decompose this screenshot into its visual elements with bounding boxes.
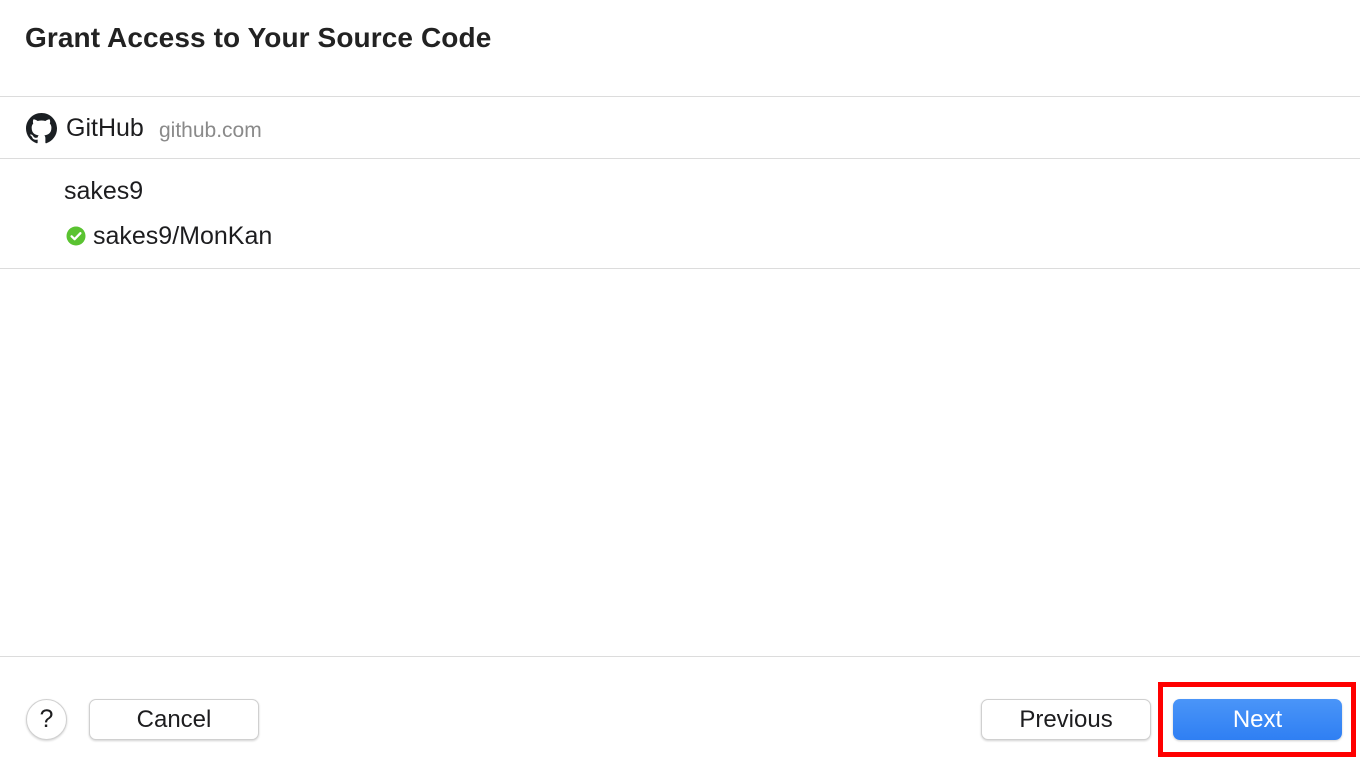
help-button[interactable]: ? xyxy=(26,699,67,740)
provider-header: GitHub github.com xyxy=(0,97,1360,158)
github-icon xyxy=(26,113,57,144)
provider-host: github.com xyxy=(159,119,262,142)
divider xyxy=(0,158,1360,159)
cancel-button[interactable]: Cancel xyxy=(89,699,259,740)
previous-button[interactable]: Previous xyxy=(981,699,1151,740)
dialog-title: Grant Access to Your Source Code xyxy=(25,22,492,53)
provider-name: GitHub xyxy=(66,114,144,142)
divider xyxy=(0,656,1360,657)
repository-name: sakes9/MonKan xyxy=(93,221,273,250)
divider xyxy=(0,268,1360,269)
check-circle-icon xyxy=(66,226,86,246)
grant-access-dialog: Grant Access to Your Source Code GitHub … xyxy=(0,0,1360,770)
repository-item[interactable]: sakes9/MonKan xyxy=(66,220,272,252)
account-name[interactable]: sakes9 xyxy=(64,177,143,206)
next-button[interactable]: Next xyxy=(1173,699,1342,740)
